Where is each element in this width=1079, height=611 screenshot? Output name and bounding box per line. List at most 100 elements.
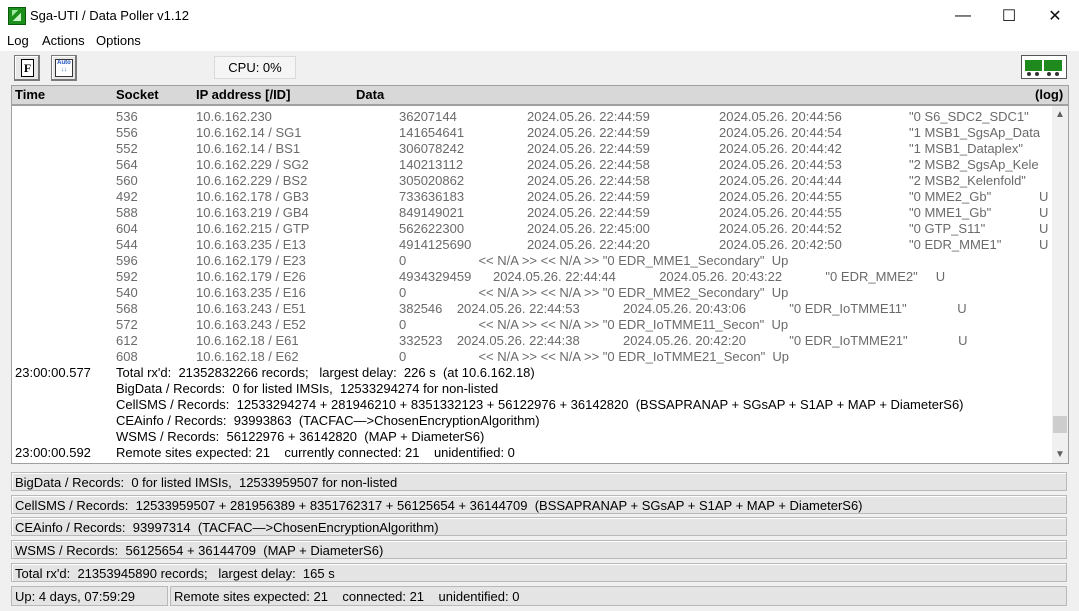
ip-address: 10.6.163.243 / E51 [196, 301, 306, 316]
header-socket: Socket [116, 87, 159, 102]
log-text: WSMS / Records: 56122976 + 36142820 (MAP… [116, 429, 485, 444]
state: U [1039, 237, 1049, 252]
socket-row[interactable]: 608 10.6.162.18 / E62 0 << N/A >> << N/A >… [12, 349, 1052, 365]
socket-row[interactable]: 544 10.6.163.235 / E13 4914125690 2024.05.2… [12, 237, 1052, 253]
socket-row[interactable]: 556 10.6.162.14 / SG1 141654641 2024.05.26.… [12, 125, 1052, 141]
auto-icon: Auto ↓↓ [55, 59, 73, 77]
socket-row[interactable]: 540 10.6.163.235 / E16 0 << N/A >> << N/A … [12, 285, 1052, 301]
menu-options[interactable]: Options [96, 33, 141, 48]
site-name: "1 MSB1_Dataplex" [909, 141, 1024, 156]
scroll-down-icon[interactable]: ▼ [1052, 446, 1068, 463]
socket-row[interactable]: 492 10.6.162.178 / GB3 733636183 2024.05.26… [12, 189, 1052, 205]
socket-data: 0 << N/A >> << N/A >> "0 EDR_IoTMME11_Se… [399, 317, 789, 332]
last-time: 2024.05.26. 22:44:59 [527, 141, 650, 156]
record-count: 140213112 [399, 157, 464, 172]
status-remote: Remote sites expected: 21 connected: 21 … [170, 586, 1067, 606]
socket-number: 560 [116, 173, 138, 188]
socket-row[interactable]: 552 10.6.162.14 / BS1 306078242 2024.05.26.… [12, 141, 1052, 157]
log-text: Total rx'd: 21352832266 records; largest… [116, 365, 535, 380]
socket-row[interactable]: 604 10.6.162.215 / GTP 562622300 2024.05.26… [12, 221, 1052, 237]
last-time: 2024.05.26. 22:45:00 [527, 221, 650, 236]
last-time: 2024.05.26. 22:44:20 [527, 237, 650, 252]
start-time: 2024.05.26. 20:44:44 [719, 173, 842, 188]
ip-address: 10.6.162.14 / BS1 [196, 141, 301, 156]
site-name: "1 MSB1_SgsAp_Data [909, 125, 1041, 140]
socket-number: 540 [116, 285, 138, 300]
log-list[interactable]: 536 10.6.162.230 36207144 2024.05.26. 22:44… [11, 105, 1069, 464]
site-name: "0 GTP_S11" [909, 221, 986, 236]
status-cellsms: CellSMS / Records: 12533959507 + 2819563… [11, 495, 1067, 514]
socket-number: 536 [116, 109, 138, 124]
log-line: CellSMS / Records: 12533294274 + 2819462… [12, 397, 1052, 413]
socket-row[interactable]: 536 10.6.162.230 36207144 2024.05.26. 22:44… [12, 109, 1052, 125]
log-text: BigData / Records: 0 for listed IMSIs, 1… [116, 381, 499, 396]
header-log[interactable]: (log) [1035, 87, 1063, 102]
menu-log[interactable]: Log [7, 33, 29, 48]
socket-row[interactable]: 564 10.6.162.229 / SG2 140213112 2024.05.26… [12, 157, 1052, 173]
f-button[interactable]: F [14, 55, 40, 81]
ip-address: 10.6.162.178 / GB3 [196, 189, 309, 204]
ip-address: 10.6.163.243 / E52 [196, 317, 306, 332]
socket-number: 604 [116, 221, 138, 236]
socket-data: 332523 2024.05.26. 22:44:38 2024.05.26. … [399, 333, 968, 348]
menu-actions[interactable]: Actions [42, 33, 85, 48]
socket-number: 592 [116, 269, 138, 284]
cpu-indicator: CPU: 0% [214, 56, 296, 79]
ip-address: 10.6.162.229 / SG2 [196, 157, 309, 172]
socket-row[interactable]: 560 10.6.162.229 / BS2 305020862 2024.05.26… [12, 173, 1052, 189]
train-icon[interactable] [1021, 55, 1067, 79]
site-name: "0 S6_SDC2_SDC1" [909, 109, 1029, 124]
start-time: 2024.05.26. 20:42:50 [719, 237, 842, 252]
ip-address: 10.6.163.219 / GB4 [196, 205, 309, 220]
ip-address: 10.6.163.235 / E13 [196, 237, 306, 252]
socket-data: 382546 2024.05.26. 22:44:53 2024.05.26. … [399, 301, 967, 316]
last-time: 2024.05.26. 22:44:58 [527, 173, 650, 188]
status-uptime: Up: 4 days, 07:59:29 [11, 586, 168, 606]
window-title: Sga-UTI / Data Poller v1.12 [30, 8, 189, 23]
header-data: Data [356, 87, 385, 102]
site-name: "0 EDR_MME1" [909, 237, 1002, 252]
last-time: 2024.05.26. 22:44:59 [527, 109, 650, 124]
ip-address: 10.6.162.179 / E23 [196, 253, 306, 268]
ip-address: 10.6.162.179 / E26 [196, 269, 306, 284]
socket-row[interactable]: 592 10.6.162.179 / E26 4934329459 2024.05.… [12, 269, 1052, 285]
header-ip: IP address [/ID] [196, 87, 291, 102]
ip-address: 10.6.162.230 [196, 109, 272, 124]
maximize-button[interactable]: ☐ [986, 0, 1032, 31]
record-count: 36207144 [399, 109, 457, 124]
log-line: BigData / Records: 0 for listed IMSIs, 1… [12, 381, 1052, 397]
log-text: CellSMS / Records: 12533294274 + 2819462… [116, 397, 964, 412]
state: U [1039, 205, 1049, 220]
socket-number: 568 [116, 301, 138, 316]
scrollbar[interactable]: ▲ ▼ [1052, 106, 1068, 463]
scroll-thumb[interactable] [1053, 416, 1067, 433]
socket-row[interactable]: 596 10.6.162.179 / E23 0 << N/A >> << N/A … [12, 253, 1052, 269]
record-count: 4914125690 [399, 237, 472, 252]
socket-number: 492 [116, 189, 138, 204]
start-time: 2024.05.26. 20:44:52 [719, 221, 842, 236]
ip-address: 10.6.162.215 / GTP [196, 221, 310, 236]
socket-row[interactable]: 612 10.6.162.18 / E61 332523 2024.05.26. 2… [12, 333, 1052, 349]
socket-number: 596 [116, 253, 138, 268]
state: U [1039, 189, 1049, 204]
log-line: CEAinfo / Records: 93993863 (TACFAC—>Cho… [12, 413, 1052, 429]
auto-button[interactable]: Auto ↓↓ [51, 55, 77, 81]
status-bigdata: BigData / Records: 0 for listed IMSIs, 1… [11, 472, 1067, 491]
last-time: 2024.05.26. 22:44:58 [527, 157, 650, 172]
minimize-button[interactable]: — [940, 0, 986, 31]
record-count: 849149021 [399, 205, 465, 220]
record-count: 562622300 [399, 221, 465, 236]
socket-row[interactable]: 588 10.6.163.219 / GB4 849149021 2024.05.26… [12, 205, 1052, 221]
log-line: WSMS / Records: 56122976 + 36142820 (MAP… [12, 429, 1052, 445]
scroll-up-icon[interactable]: ▲ [1052, 106, 1068, 123]
socket-data: 0 << N/A >> << N/A >> "0 EDR_IoTMME21_Se… [399, 349, 790, 364]
socket-data: 0 << N/A >> << N/A >> "0 EDR_MME1_Second… [399, 253, 789, 268]
state: U [1039, 221, 1049, 236]
socket-row[interactable]: 572 10.6.163.243 / E52 0 << N/A >> << N/A … [12, 317, 1052, 333]
close-button[interactable]: ✕ [1032, 0, 1078, 31]
socket-row[interactable]: 568 10.6.163.243 / E51 382546 2024.05.26. … [12, 301, 1052, 317]
socket-number: 608 [116, 349, 138, 364]
log-text: CEAinfo / Records: 93993863 (TACFAC—>Cho… [116, 413, 540, 428]
ip-address: 10.6.162.18 / E61 [196, 333, 299, 348]
start-time: 2024.05.26. 20:44:56 [719, 109, 842, 124]
